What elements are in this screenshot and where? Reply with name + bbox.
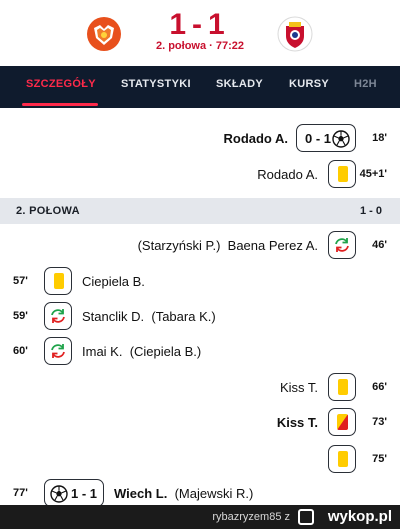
section-label: 2. POŁOWA (16, 205, 80, 217)
home-team-logo[interactable] (86, 16, 122, 52)
wykop-logo-icon (298, 509, 314, 525)
yellow-card-icon (338, 166, 348, 182)
watermark-brand: wykop.pl (327, 508, 392, 525)
event-row-goal: Rodado A. 0 - 1 18' (0, 124, 400, 154)
event-player[interactable]: Kiss T. (277, 415, 318, 430)
player-in[interactable]: Imai K. (82, 344, 122, 359)
event-minute: 77' (13, 487, 28, 499)
yellow-card-icon (338, 379, 348, 395)
event-minute: 75' (372, 453, 387, 465)
event-substitution-text: Stanclik D. (Tabara K.) (82, 309, 216, 324)
event-substitution-text: Imai K. (Ciepiela B.) (82, 344, 201, 359)
soccer-ball-icon (50, 485, 68, 503)
section-second-half: 2. POŁOWA 1 - 0 (0, 198, 400, 224)
tab-details[interactable]: SZCZEGÓŁY (26, 78, 96, 90)
event-minute: 57' (13, 275, 28, 287)
event-minute: 60' (13, 345, 28, 357)
event-goal-text: Wiech L. (Majewski R.) (114, 486, 253, 501)
event-row-substitution: 60' Imai K. (Ciepiela B.) (0, 337, 400, 367)
player-out[interactable]: (Starzyński P.) (138, 238, 221, 253)
match-header: 1-1 2. połowa · 77:22 (0, 0, 400, 66)
substitution-arrows-icon (335, 238, 349, 252)
event-substitution-text: (Starzyński P.) Baena Perez A. (138, 238, 318, 253)
goal-score-box: 1 - 1 (44, 479, 104, 507)
player-out[interactable]: (Tabara K.) (151, 309, 215, 324)
match-score: 1-1 (169, 8, 231, 41)
player-in[interactable]: Baena Perez A. (228, 238, 318, 253)
substitution-arrows-icon (51, 309, 65, 323)
substitution-arrows-icon (51, 344, 65, 358)
event-row-yellow-card: 75' (0, 445, 400, 475)
event-minute: 73' (372, 416, 387, 428)
watermark-bar: rybazryzem85 z wykop.pl (0, 505, 400, 529)
event-row-substitution: 59' Stanclik D. (Tabara K.) (0, 302, 400, 332)
goal-score-box: 0 - 1 (296, 124, 356, 152)
tab-odds[interactable]: KURSY (289, 78, 329, 90)
event-player[interactable]: Rodado A. (257, 167, 318, 182)
event-player[interactable]: Kiss T. (280, 380, 318, 395)
event-score: 1 - 1 (71, 486, 98, 501)
player-in[interactable]: Stanclik D. (82, 309, 144, 324)
event-minute: 46' (372, 239, 387, 251)
second-yellow-card-icon (337, 414, 348, 430)
event-row-yellow-card: Rodado A. 45+1' (0, 160, 400, 190)
card-box (44, 267, 72, 295)
substitution-box (44, 302, 72, 330)
section-score: 1 - 0 (359, 205, 382, 217)
watermark-user: rybazryzem85 z (212, 511, 290, 523)
yellow-card-icon (54, 273, 64, 289)
tab-active-indicator (22, 103, 98, 106)
event-row-yellow-card: Kiss T. 66' (0, 373, 400, 403)
tab-statistics[interactable]: STATYSTYKI (121, 78, 191, 90)
event-minute: 59' (13, 310, 28, 322)
event-row-substitution: (Starzyński P.) Baena Perez A. 46' (0, 231, 400, 261)
away-team-logo[interactable] (277, 16, 313, 52)
event-minute: 18' (372, 132, 387, 144)
event-player[interactable]: Ciepiela B. (82, 274, 145, 289)
substitution-box (328, 231, 356, 259)
card-box (328, 445, 356, 473)
event-player[interactable]: Rodado A. (223, 131, 288, 146)
yellow-card-icon (338, 451, 348, 467)
card-box (328, 160, 356, 188)
event-score: 0 - 1 (305, 131, 332, 146)
event-minute: 45+1' (359, 168, 387, 180)
event-row-second-yellow-card: Kiss T. 73' (0, 408, 400, 438)
event-minute: 66' (372, 381, 387, 393)
tab-h2h[interactable]: H2H (354, 78, 377, 90)
tab-bar: SZCZEGÓŁY STATYSTYKI SKŁADY KURSY H2H (0, 66, 400, 108)
soccer-ball-icon (332, 130, 350, 148)
event-player[interactable]: Wiech L. (114, 486, 167, 501)
substitution-box (44, 337, 72, 365)
match-status: 2. połowa · 77:22 (155, 40, 245, 52)
watermark-username: rybazryzem85 (212, 511, 282, 523)
card-box (328, 408, 356, 436)
tab-lineups[interactable]: SKŁADY (216, 78, 263, 90)
watermark-separator: z (284, 511, 291, 523)
card-box (328, 373, 356, 401)
event-row-yellow-card: 57' Ciepiela B. (0, 267, 400, 297)
event-assist[interactable]: (Majewski R.) (175, 486, 254, 501)
player-out[interactable]: (Ciepiela B.) (130, 344, 202, 359)
